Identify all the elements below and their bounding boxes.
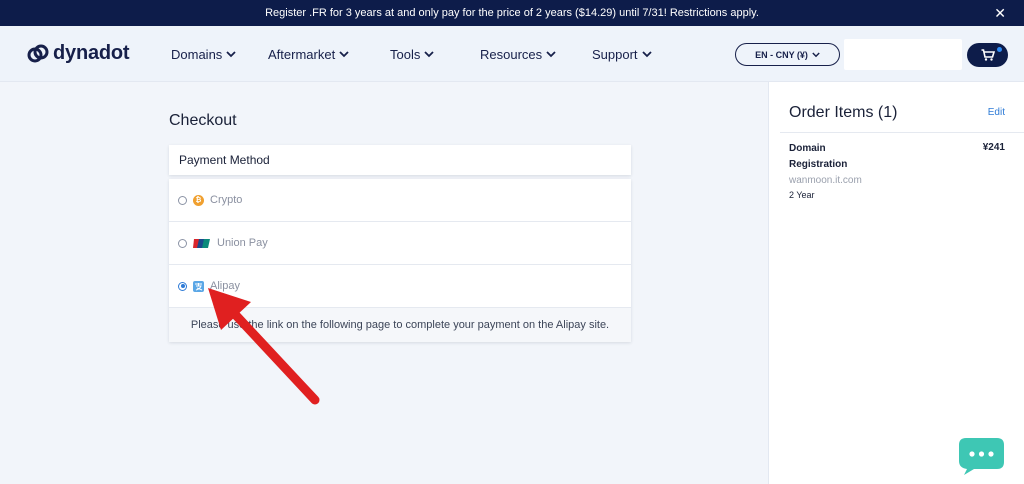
option-label: Union Pay [217, 237, 268, 249]
page-title: Checkout [169, 112, 237, 129]
alipay-icon [193, 280, 204, 292]
dynadot-logo[interactable]: dynadot [27, 42, 130, 65]
alipay-note-text: Please use the link on the following pag… [190, 319, 610, 331]
search-input[interactable] [844, 39, 962, 70]
chevron-down-icon [226, 51, 236, 58]
promo-text: Register .FR for 3 years at and only pay… [265, 7, 759, 19]
radio-unionpay[interactable] [178, 238, 187, 248]
language-label: EN - CNY (¥) [755, 49, 808, 60]
order-items-title: Order Items (1) [789, 104, 898, 121]
payment-options: ₿ Crypto Union Pay Alipay Please use the… [169, 179, 631, 342]
payment-option-alipay[interactable]: Alipay [169, 265, 631, 308]
radio-crypto[interactable] [178, 195, 187, 205]
promo-banner: Register .FR for 3 years at and only pay… [0, 0, 1024, 26]
order-sidebar: Order Items (1) Edit Domain Registration… [768, 82, 1024, 484]
chevron-down-icon [546, 51, 556, 58]
radio-alipay[interactable] [178, 281, 187, 291]
nav-label: Tools [390, 47, 421, 62]
close-icon[interactable]: ✕ [994, 5, 1006, 22]
option-label: Alipay [210, 280, 240, 292]
language-currency-selector[interactable]: EN - CNY (¥) [735, 43, 840, 66]
chevron-down-icon [339, 51, 349, 58]
chat-icon [959, 438, 1004, 475]
nav-resources[interactable]: Resources [480, 47, 556, 62]
nav-label: Resources [480, 47, 543, 62]
bitcoin-icon: ₿ [193, 194, 204, 206]
chevron-down-icon [424, 51, 434, 58]
payment-option-unionpay[interactable]: Union Pay [169, 222, 631, 265]
order-item-domain: wanmoon.it.com [789, 175, 862, 186]
site-header: dynadot Domains Aftermarket Tools Resour… [0, 26, 1024, 82]
nav-label: Domains [171, 47, 223, 62]
cart-button[interactable] [967, 43, 1008, 67]
cart-badge [997, 47, 1002, 52]
payment-option-crypto[interactable]: ₿ Crypto [169, 179, 631, 222]
edit-link[interactable]: Edit [988, 107, 1005, 118]
divider [780, 132, 1024, 133]
unionpay-icon [193, 238, 211, 249]
order-item-price: ¥241 [982, 142, 1005, 153]
logo-text: dynadot [53, 42, 130, 64]
nav-label: Aftermarket [268, 47, 336, 62]
nav-label: Support [592, 47, 638, 62]
cart-icon [981, 49, 995, 61]
chat-button[interactable] [958, 436, 1005, 476]
nav-support[interactable]: Support [592, 47, 652, 62]
payment-method-title: Payment Method [179, 153, 270, 167]
chevron-down-icon [812, 51, 820, 57]
nav-domains[interactable]: Domains [171, 47, 236, 62]
alipay-note: Please use the link on the following pag… [169, 308, 631, 342]
payment-method-header: Payment Method [169, 145, 631, 175]
logo-icon [27, 44, 49, 62]
order-item-name: Domain Registration [789, 143, 848, 170]
option-label: Crypto [210, 194, 243, 206]
nav-aftermarket[interactable]: Aftermarket [268, 47, 349, 62]
order-item-term: 2 Year [789, 190, 815, 200]
nav-tools[interactable]: Tools [390, 47, 434, 62]
chevron-down-icon [641, 51, 652, 58]
